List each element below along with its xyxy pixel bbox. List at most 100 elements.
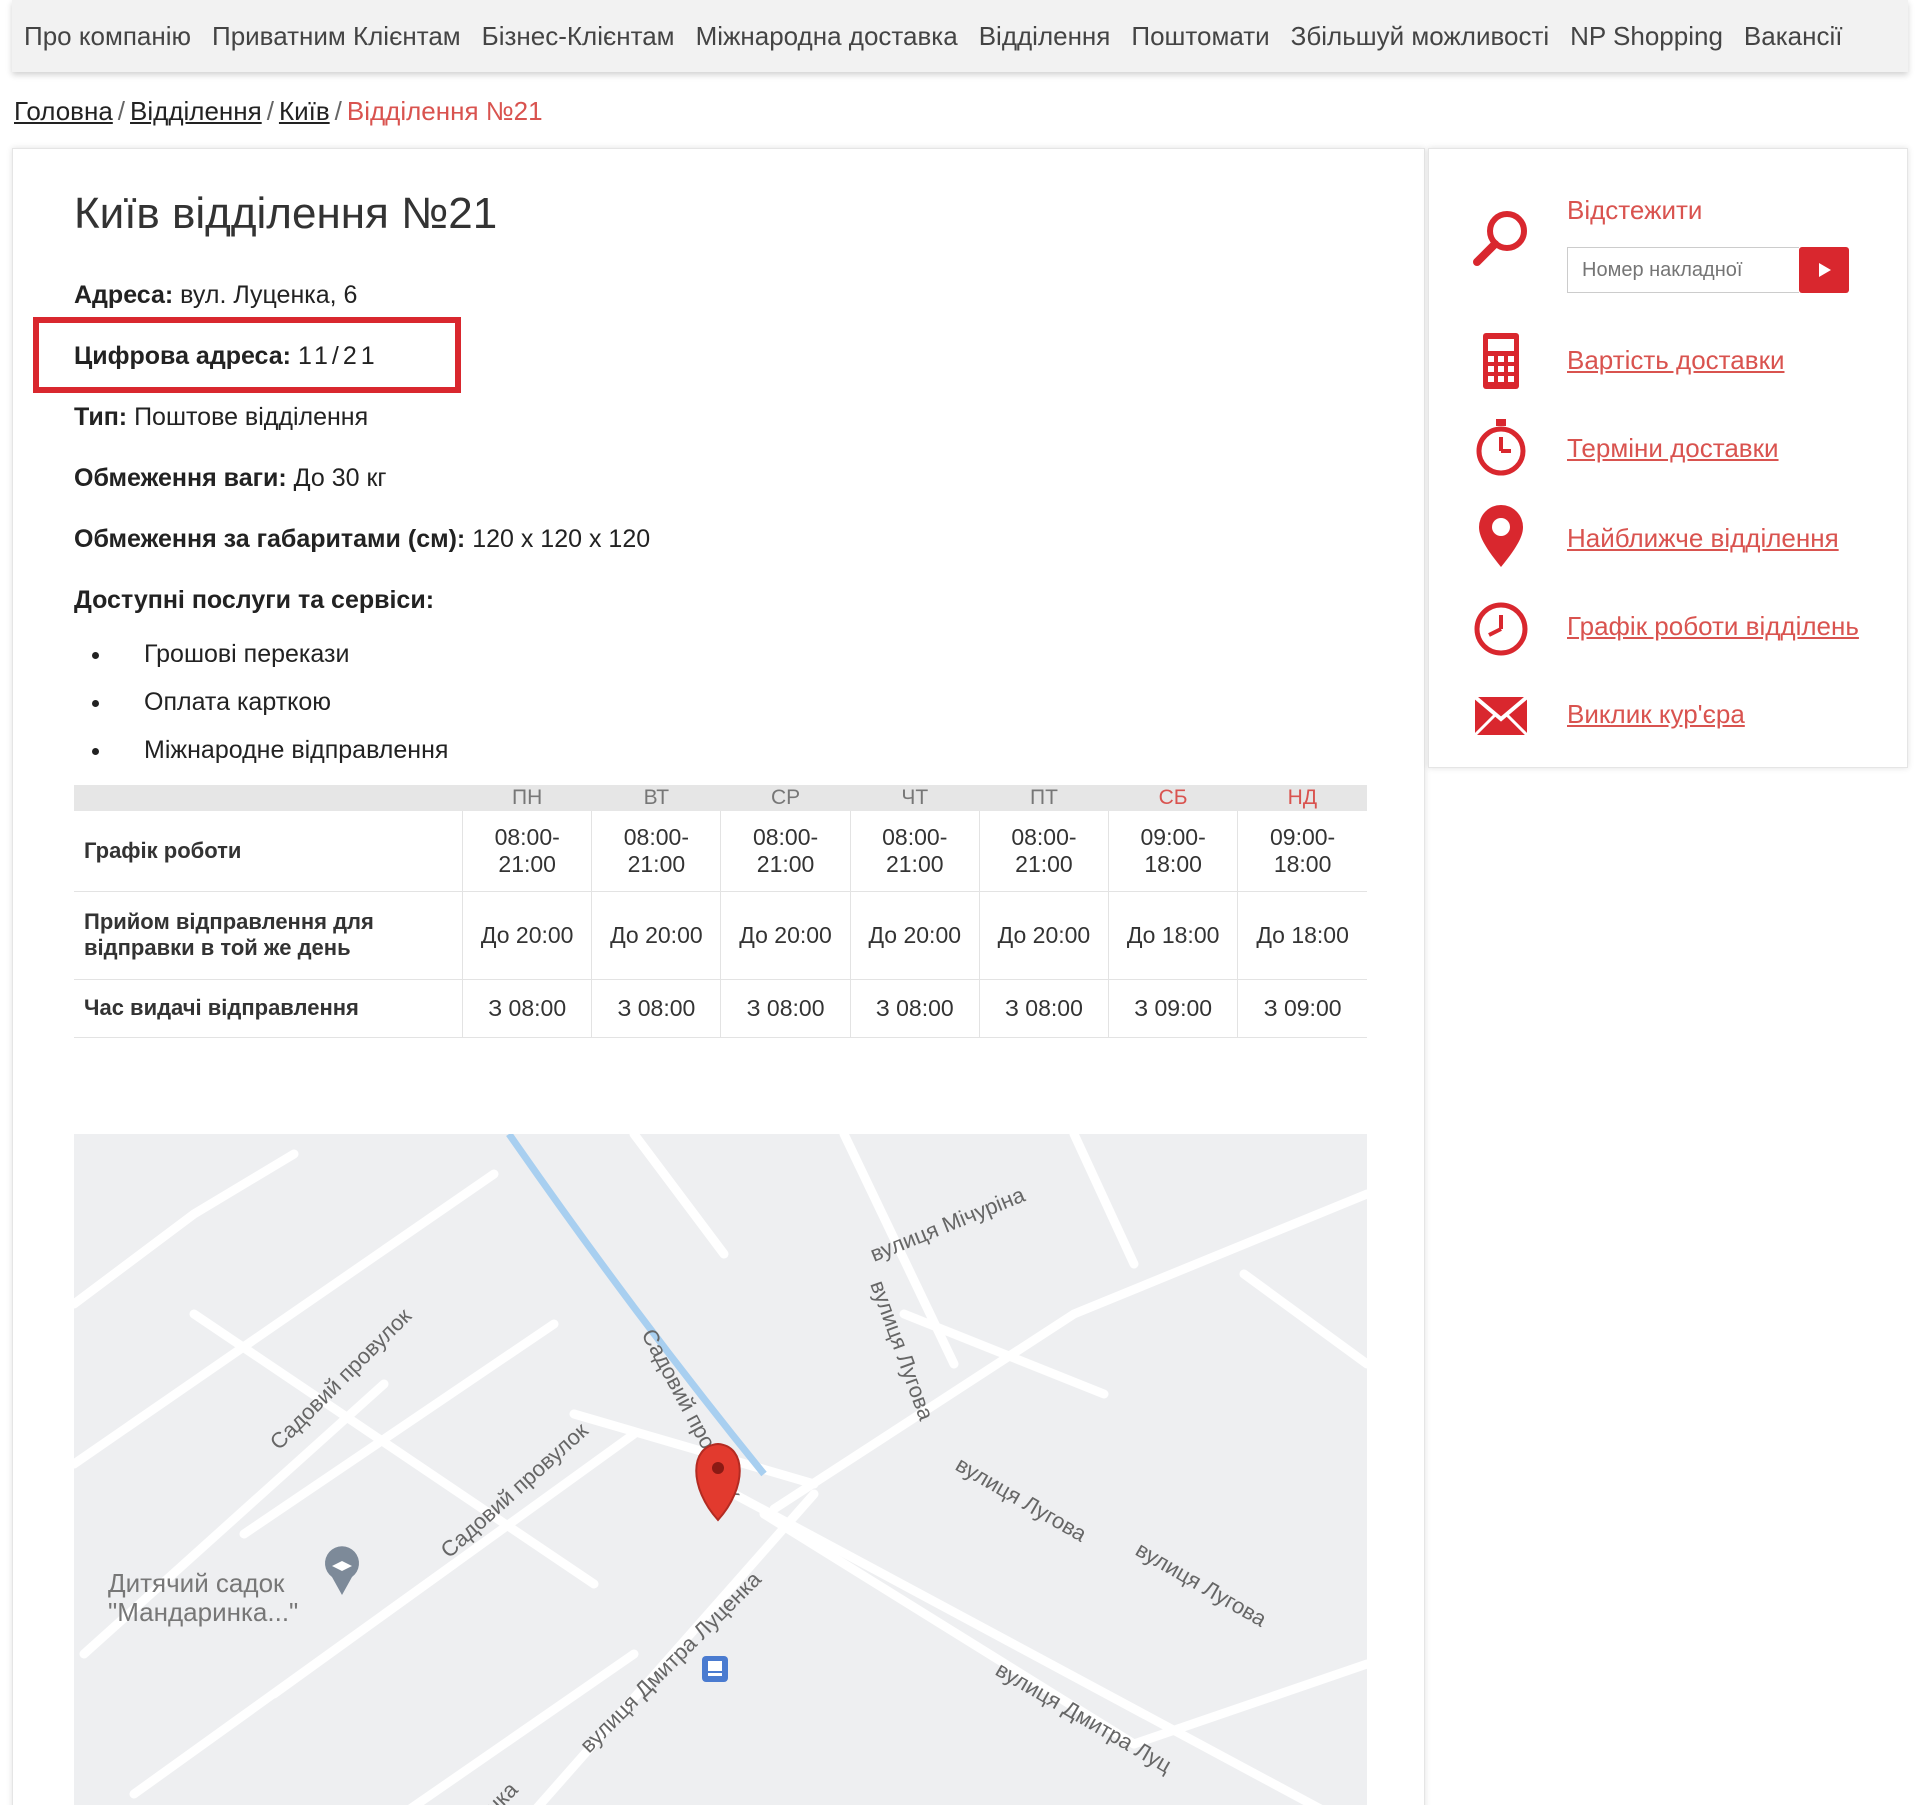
services-heading: Доступні послуги та сервіси: [74,586,434,615]
tracking-number-input[interactable] [1567,247,1799,293]
nav-item-branches[interactable]: Відділення [979,21,1111,52]
table-cell: З 08:00 [720,979,851,1038]
breadcrumb-separator: / [117,96,126,126]
table-cell: З 08:00 [978,979,1109,1038]
weight-limit-line: Обмеження ваги: До 30 кг [74,464,387,493]
map-river [506,1134,767,1477]
digital-address-value: 11/21 [297,342,379,370]
clock-icon [1474,602,1528,656]
table-cell: До 18:00 [1237,891,1367,980]
table-header-row: ПН ВТ СР ЧТ ПТ СБ НД [74,785,1367,811]
table-cell: До 20:00 [462,891,592,980]
street-label: енка [472,1776,523,1805]
nearest-branch-link[interactable]: Найближче відділення [1567,523,1839,554]
day-header-weekend: НД [1237,785,1367,811]
table-cell: З 08:00 [849,979,980,1038]
table-cell: 08:00- 21:00 [462,811,592,892]
street-label: вулиця Лугова [952,1452,1092,1547]
row-label: Графік роботи [74,811,463,892]
size-limit-value: 120 x 120 x 120 [472,525,651,553]
list-item: Оплата карткою [74,682,448,730]
stopwatch-icon [1476,419,1526,476]
street-label: вулиця Лугова [1132,1537,1272,1632]
day-header-weekend: СБ [1108,785,1238,811]
breadcrumb-separator: / [266,96,274,126]
track-submit-button[interactable] [1799,247,1849,293]
breadcrumb-home[interactable]: Головна [14,96,113,126]
delivery-terms-link[interactable]: Терміни доставки [1567,433,1779,464]
nav-item-np-shopping[interactable]: NP Shopping [1570,21,1723,52]
breadcrumb: Головна / Відділення / Київ / Відділення №21 [14,96,543,127]
map-pin-icon [1479,505,1523,567]
table-cell: До 20:00 [978,891,1109,980]
day-header: ЧТ [850,785,980,811]
branch-map[interactable]: вулиця Мічуріна вулиця Лугова вулиця Луг… [74,1134,1367,1805]
table-cell: З 09:00 [1237,979,1367,1038]
top-navigation: Про компанію Приватним Клієнтам Бізнес-К… [12,0,1908,72]
courier-call-link[interactable]: Виклик кур'єра [1567,699,1745,730]
street-label: вулиця Дмитра Луценка [575,1566,767,1758]
nav-item-business-clients[interactable]: Бізнес-Клієнтам [482,21,675,52]
map-labels: вулиця Мічуріна вулиця Лугова вулиця Луг… [108,1182,1272,1805]
type-value: Поштове відділення [134,403,369,431]
size-limit-line: Обмеження за габаритами (см): 120 x 120 … [74,525,650,554]
schedule-table: ПН ВТ СР ЧТ ПТ СБ НД Графік роботи 08:00… [74,785,1367,1038]
cell-text: 08:00- 21:00 [1011,823,1077,877]
table-cell: До 20:00 [849,891,980,980]
table-row: Час видачі відправлення З 08:00 З 08:00 … [74,979,1367,1038]
breadcrumb-current: Відділення №21 [346,96,543,126]
type-label: Тип: [74,403,128,431]
table-row: Прийом відправлення для відправки в той … [74,891,1367,980]
table-header-empty [74,785,463,811]
row-label: Час видачі відправлення [74,979,463,1038]
address-line: Адреса: вул. Луценка, 6 [74,281,357,310]
table-cell: До 20:00 [591,891,721,980]
weight-limit-label: Обмеження ваги: [74,464,287,492]
branch-hours-link[interactable]: Графік роботи відділень [1567,611,1859,642]
nav-item-about[interactable]: Про компанію [24,21,191,52]
delivery-cost-link[interactable]: Вартість доставки [1567,345,1784,376]
envelope-icon [1473,695,1529,737]
digital-address-line: Цифрова адреса: 11/21 [74,342,379,371]
type-line: Тип: Поштове відділення [74,403,368,432]
cell-text: 08:00- 21:00 [752,823,819,877]
table-cell: До 18:00 [1108,891,1238,980]
breadcrumb-separator: / [334,96,342,126]
day-header: ПТ [979,785,1109,811]
street-label: вулиця Лугова [865,1277,939,1424]
weight-limit-value: До 30 кг [293,464,387,492]
services-list: Грошові перекази Оплата карткою Міжнарод… [74,634,448,778]
table-cell: 08:00- 21:00 [978,811,1109,892]
bus-stop-icon [702,1656,728,1682]
search-icon [1473,211,1527,266]
table-cell: 09:00- 18:00 [1108,811,1238,892]
table-cell: 08:00- 21:00 [720,811,851,892]
poi-label: Дитячий садок [108,1568,285,1598]
school-icon [325,1546,359,1595]
calculator-icon [1483,333,1519,389]
table-cell: З 08:00 [591,979,721,1038]
table-cell: З 08:00 [462,979,592,1038]
map-canvas: вулиця Мічуріна вулиця Лугова вулиця Луг… [74,1134,1367,1805]
cell-text: 09:00- 18:00 [1140,823,1206,877]
nav-item-opportunities[interactable]: Збільшуй можливості [1291,21,1550,52]
nav-item-international[interactable]: Міжнародна доставка [696,21,958,52]
address-value: вул. Луценка, 6 [180,281,358,309]
page-title: Київ відділення №21 [74,189,498,238]
table-row: Графік роботи 08:00- 21:00 08:00- 21:00 … [74,811,1367,892]
table-cell: До 20:00 [720,891,851,980]
location-pin-icon[interactable] [695,1442,741,1522]
digital-address-label: Цифрова адреса: [74,342,291,370]
track-label: Відстежити [1567,195,1703,225]
address-label: Адреса: [74,281,174,309]
breadcrumb-city[interactable]: Київ [279,96,330,126]
cell-text: 08:00- 21:00 [882,823,948,877]
poi-sublabel: "Мандаринка..." [108,1597,298,1627]
branch-details-panel: Київ відділення №21 Адреса: вул. Луценка… [12,148,1425,1805]
table-cell: З 09:00 [1108,979,1238,1038]
nav-item-vacancies[interactable]: Вакансії [1744,21,1843,52]
day-header: ПН [462,785,592,811]
breadcrumb-branches[interactable]: Відділення [130,96,262,126]
nav-item-private-clients[interactable]: Приватним Клієнтам [212,21,461,52]
nav-item-postomats[interactable]: Поштомати [1131,21,1269,52]
